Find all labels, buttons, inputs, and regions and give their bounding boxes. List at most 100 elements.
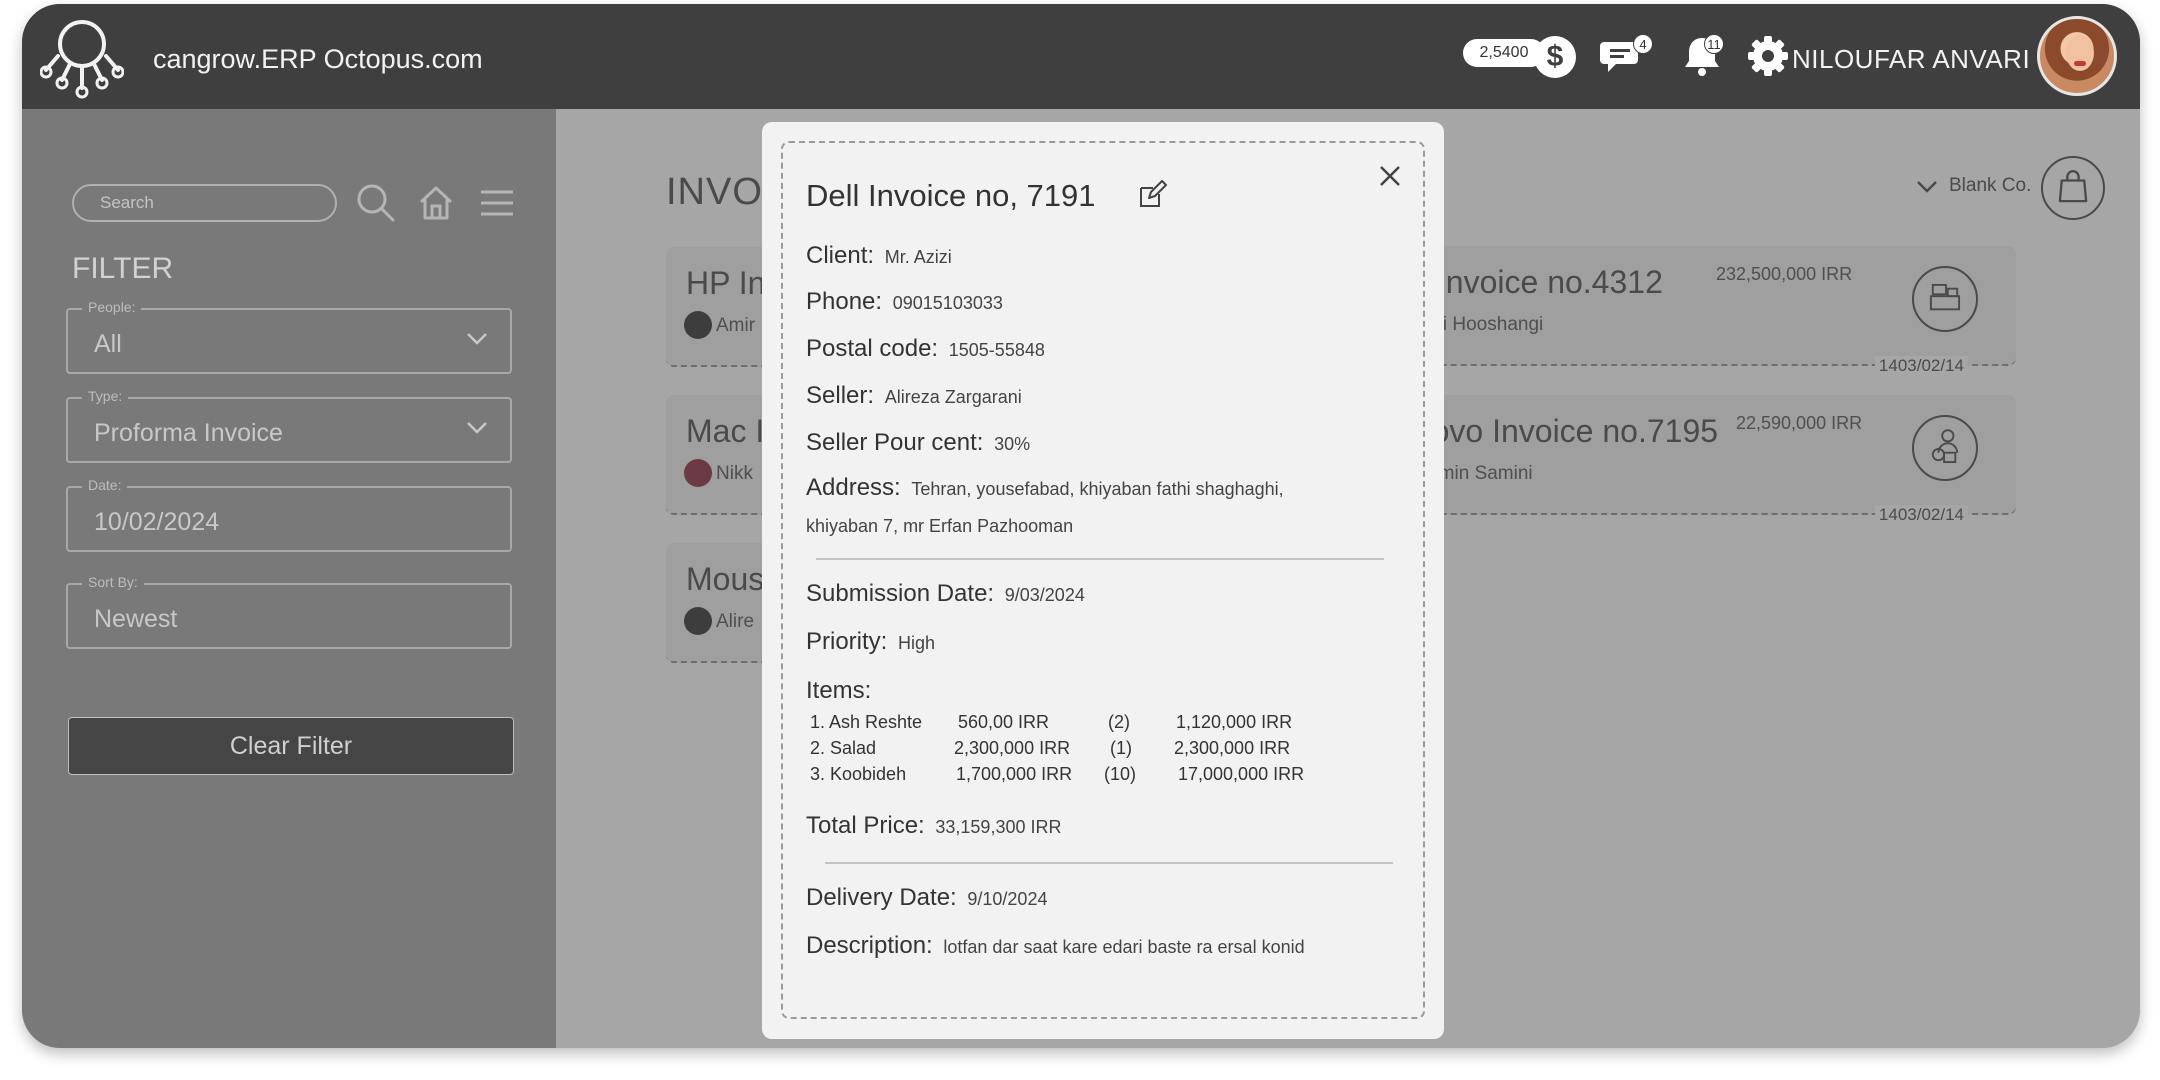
clear-filter-button[interactable]: Clear Filter xyxy=(68,717,514,775)
item-price: 560,00 IRR xyxy=(958,712,1050,732)
item-name: 1. Ash Reshte xyxy=(810,712,923,732)
card-title: enovo Invoice no.7195 xyxy=(1396,413,1719,449)
description-value: lotfan dar saat kare edari baste ra ersa… xyxy=(943,937,1305,957)
messages-count-badge: 4 xyxy=(1633,34,1653,54)
submission-date-label: Submission Date: xyxy=(806,580,995,607)
type-value: Proforma Invoice xyxy=(94,419,283,447)
card-amount: 232,500,000 IRR xyxy=(1716,264,1853,284)
close-icon[interactable] xyxy=(1378,164,1402,188)
card-date: 1403/02/14 xyxy=(1874,356,1968,376)
card-date: 1403/02/14 xyxy=(1874,505,1968,525)
item-name: 2. Salad xyxy=(810,738,877,758)
seller-percent-value: 30% xyxy=(994,434,1031,454)
card-title: HP In xyxy=(686,265,766,301)
top-bar: cangrow.ERP Octopus.com 2,5400 $ 4 11 NI… xyxy=(22,4,2140,109)
postal-value: 1505-55848 xyxy=(948,340,1045,360)
shopping-bag-icon[interactable] xyxy=(2041,156,2105,220)
item-price: 2,300,000 IRR xyxy=(954,738,1071,758)
card-person: Alire xyxy=(716,611,755,632)
item-total: 2,300,000 IRR xyxy=(1174,738,1291,758)
page-title: INVO xyxy=(666,171,763,213)
avatar xyxy=(684,311,712,339)
invoice-card[interactable]: ell Invoice no.4312 232,500,000 IRR Ali … xyxy=(1376,246,2016,376)
cash-register-icon xyxy=(1912,266,1978,332)
avatar xyxy=(684,607,712,635)
delivery-date-label: Delivery Date: xyxy=(806,884,957,911)
description-row: Description: lotfan dar saat kare edari … xyxy=(806,932,1305,960)
divider xyxy=(816,558,1384,560)
filter-title: FILTER xyxy=(72,252,174,285)
edit-icon[interactable] xyxy=(1137,180,1167,210)
chevron-down-icon xyxy=(1917,181,1937,193)
gear-icon[interactable] xyxy=(1746,34,1790,78)
balance-badge: 2,5400 xyxy=(1463,39,1545,67)
phone-value: 09015103033 xyxy=(892,293,1003,313)
item-qty: (10) xyxy=(1104,764,1137,784)
brand-name: cangrow.ERP Octopus.com xyxy=(153,44,483,74)
dollar-icon[interactable]: $ xyxy=(1534,36,1576,78)
modal-title: Dell Invoice no, 7191 xyxy=(806,178,1096,213)
total-price-value: 33,159,300 IRR xyxy=(935,817,1062,837)
avatar xyxy=(684,459,712,487)
user-avatar[interactable] xyxy=(2037,16,2117,96)
item-qty: (2) xyxy=(1108,712,1130,732)
divider xyxy=(825,862,1393,864)
address-row: Address: Tehran, yousefabad, khiyaban fa… xyxy=(806,474,1284,502)
card-title: Mous xyxy=(686,561,765,597)
postal-label: Postal code: xyxy=(806,335,939,362)
priority-value: High xyxy=(898,633,936,653)
item-total: 17,000,000 IRR xyxy=(1178,764,1305,784)
filter-sidebar: Search FILTER People: All Type: Proforma… xyxy=(22,109,556,1048)
seller-percent-row: Seller Pour cent: 30% xyxy=(806,429,1030,457)
client-label: Client: xyxy=(806,242,875,269)
delivery-date-value: 9/10/2024 xyxy=(967,889,1048,909)
company-name: Blank Co. xyxy=(1949,175,2032,196)
people-select[interactable]: People: All xyxy=(66,299,512,374)
description-label: Description: xyxy=(806,932,933,959)
date-label: Date: xyxy=(82,477,128,493)
type-select[interactable]: Type: Proforma Invoice xyxy=(66,388,512,463)
total-price-row: Total Price: 33,159,300 IRR xyxy=(806,812,1061,840)
card-person: Amir xyxy=(716,315,756,336)
invoice-detail-modal: Dell Invoice no, 7191 Client: Mr. Azizi … xyxy=(762,122,1444,1039)
postal-row: Postal code: 1505-55848 xyxy=(806,335,1045,363)
search-input[interactable]: Search xyxy=(72,184,337,222)
card-amount: 22,590,000 IRR xyxy=(1736,413,1863,433)
address-line-1: Tehran, yousefabad, khiyaban fathi shagh… xyxy=(911,479,1284,499)
date-field[interactable]: Date: 10/02/2024 xyxy=(66,477,512,552)
priority-label: Priority: xyxy=(806,628,888,655)
seller-value: Alireza Zargarani xyxy=(884,387,1022,407)
home-icon[interactable] xyxy=(415,182,457,224)
item-qty: (1) xyxy=(1110,738,1132,758)
delivery-date-row: Delivery Date: 9/10/2024 xyxy=(806,884,1047,912)
client-row: Client: Mr. Azizi xyxy=(806,242,952,270)
sort-by-label: Sort By: xyxy=(82,574,144,590)
seller-percent-label: Seller Pour cent: xyxy=(806,429,984,456)
priority-row: Priority: High xyxy=(806,628,935,656)
seller-row: Seller: Alireza Zargarani xyxy=(806,382,1022,410)
sort-by-value: Newest xyxy=(94,605,178,633)
invoice-card[interactable]: enovo Invoice no.7195 22,590,000 IRR Ami… xyxy=(1376,395,2016,525)
total-price-label: Total Price: xyxy=(806,812,925,839)
people-value: All xyxy=(94,330,122,358)
people-label: People: xyxy=(82,299,142,315)
chevron-down-icon xyxy=(467,422,487,434)
menu-icon[interactable] xyxy=(476,182,518,224)
item-total: 1,120,000 IRR xyxy=(1176,712,1293,732)
card-title: Mac I xyxy=(686,413,765,449)
items-label: Items: xyxy=(806,677,872,704)
user-name[interactable]: NILOUFAR ANVARI xyxy=(1792,44,2030,75)
address-line-2: khiyaban 7, mr Erfan Pazhooman xyxy=(806,516,1074,536)
phone-label: Phone: xyxy=(806,288,883,315)
notifications-count-badge: 11 xyxy=(1704,34,1724,54)
search-icon[interactable] xyxy=(355,182,397,224)
client-value: Mr. Azizi xyxy=(884,247,952,267)
seller-label: Seller: xyxy=(806,382,875,409)
customer-payment-icon xyxy=(1912,415,1978,481)
sort-by-field[interactable]: Sort By: Newest xyxy=(66,574,512,649)
item-price: 1,700,000 IRR xyxy=(956,764,1073,784)
submission-date-row: Submission Date: 9/03/2024 xyxy=(806,580,1085,608)
chevron-down-icon xyxy=(467,333,487,345)
octopus-logo-icon[interactable] xyxy=(40,14,124,102)
submission-date-value: 9/03/2024 xyxy=(1004,585,1085,605)
